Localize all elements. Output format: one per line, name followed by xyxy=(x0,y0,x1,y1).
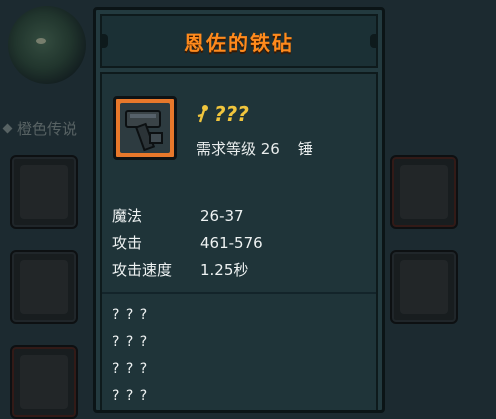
diamond-icon xyxy=(2,123,13,134)
character-portrait[interactable] xyxy=(8,6,86,84)
item-tooltip: 恩佐的铁砧 ??? 需求等级 26 锤 魔法 26-37 攻击 461-576 … xyxy=(93,7,385,413)
equipment-slot[interactable] xyxy=(390,250,458,324)
key-glyph-icon xyxy=(197,105,208,123)
section-header: 橙色传说 xyxy=(2,118,78,139)
stat-label: 魔法 xyxy=(112,207,143,225)
section-header-label: 橙色传说 xyxy=(17,120,78,138)
equipment-slot[interactable] xyxy=(10,250,78,324)
stat-value: 461-576 xyxy=(200,233,263,252)
stat-row-attack: 攻击 461-576 xyxy=(112,229,263,256)
stat-label: 攻击速度 xyxy=(112,261,173,279)
item-name: ??? xyxy=(214,102,249,126)
stat-label: 攻击 xyxy=(112,234,143,252)
equipment-slot[interactable] xyxy=(390,155,458,229)
stat-row-attack-speed: 攻击速度 1.25秒 xyxy=(112,256,263,283)
section-divider xyxy=(102,292,376,294)
stat-value: 1.25秒 xyxy=(200,261,249,279)
hidden-affix: ? ? ? xyxy=(112,387,149,404)
level-requirement: 需求等级 26 xyxy=(196,140,280,158)
requirement-row: 需求等级 26 锤 xyxy=(196,138,313,159)
stat-list: 魔法 26-37 攻击 461-576 攻击速度 1.25秒 xyxy=(112,202,263,283)
portrait-eye xyxy=(36,38,46,44)
stat-value: 26-37 xyxy=(200,206,244,225)
item-title: 恩佐的铁砧 xyxy=(184,30,294,55)
tooltip-body: ??? 需求等级 26 锤 魔法 26-37 攻击 461-576 攻击速度 1… xyxy=(100,72,378,410)
tooltip-title-bar: 恩佐的铁砧 xyxy=(100,14,378,68)
equipment-slot[interactable] xyxy=(10,345,78,419)
stat-row-magic: 魔法 26-37 xyxy=(112,202,263,229)
hidden-affix-list: ? ? ? ? ? ? ? ? ? ? ? ? xyxy=(112,301,148,409)
hidden-affix: ? ? ? xyxy=(112,306,149,323)
weapon-type: 锤 xyxy=(297,140,313,158)
equipment-slot[interactable] xyxy=(10,155,78,229)
hidden-affix: ? ? ? xyxy=(112,333,149,350)
anvil-hammer-icon xyxy=(113,96,177,160)
hidden-affix: ? ? ? xyxy=(112,360,149,377)
item-name-row: ??? xyxy=(196,102,249,126)
